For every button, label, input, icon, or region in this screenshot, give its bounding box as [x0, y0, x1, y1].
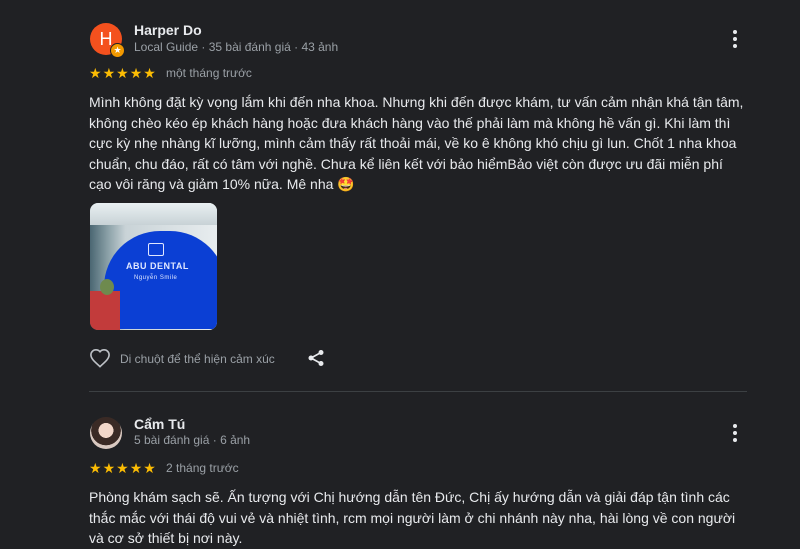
- review-date: một tháng trước: [166, 66, 252, 80]
- reaction-hint: Di chuột để thể hiện cảm xúc: [120, 352, 275, 366]
- local-guide-badge-icon: ★: [110, 43, 125, 58]
- review-text: Mình không đặt kỳ vọng lắm khi đến nha k…: [89, 94, 744, 192]
- star-icon: ★: [143, 460, 156, 476]
- reviewer-name[interactable]: Harper Do: [134, 22, 202, 38]
- like-button[interactable]: [89, 348, 111, 368]
- photo-sub-text: Nguyễn Smile: [134, 275, 178, 281]
- more-options-button[interactable]: [728, 29, 742, 49]
- star-rating: ★ ★ ★ ★ ★: [89, 461, 156, 475]
- star-icon: ★: [102, 65, 116, 81]
- reviewer-avatar[interactable]: [90, 417, 122, 449]
- more-vert-icon: [733, 424, 737, 428]
- star-icon: ★: [116, 460, 129, 476]
- review-text: Phòng khám sạch sẽ. Ấn tượng với Chị hướ…: [89, 489, 736, 546]
- more-vert-icon: [733, 30, 737, 34]
- clinic-logo-wall: ABU DENTAL Nguyễn Smile: [104, 231, 217, 329]
- star-icon: ★: [129, 460, 143, 476]
- star-icon: ★: [102, 460, 116, 476]
- review-photo[interactable]: ABU DENTAL Nguyễn Smile: [90, 203, 217, 330]
- photo-brand-text: ABU DENTAL: [126, 261, 189, 271]
- star-icon: ★: [89, 65, 102, 81]
- star-icon: ★: [143, 65, 156, 81]
- reviewer-name[interactable]: Cẩm Tú: [134, 416, 185, 432]
- more-options-button[interactable]: [728, 423, 742, 443]
- star-icon: ★: [129, 65, 143, 81]
- reviewer-meta[interactable]: Local Guide · 35 bài đánh giá · 43 ảnh: [134, 40, 338, 54]
- heart-outline-icon: [90, 348, 110, 368]
- star-rating: ★ ★ ★ ★ ★: [89, 66, 156, 80]
- review-date: 2 tháng trước: [166, 461, 239, 475]
- reviewer-avatar[interactable]: H ★: [90, 23, 125, 58]
- reviewer-meta[interactable]: 5 bài đánh giá · 6 ảnh: [134, 433, 250, 447]
- star-icon: ★: [89, 460, 102, 476]
- review-card: H ★ Harper Do Local Guide · 35 bài đánh …: [0, 0, 800, 392]
- review-card: Cẩm Tú 5 bài đánh giá · 6 ảnh ★ ★ ★ ★ ★ …: [0, 392, 800, 549]
- share-button[interactable]: [307, 349, 325, 367]
- star-icon: ★: [116, 65, 129, 81]
- share-icon: [308, 350, 324, 366]
